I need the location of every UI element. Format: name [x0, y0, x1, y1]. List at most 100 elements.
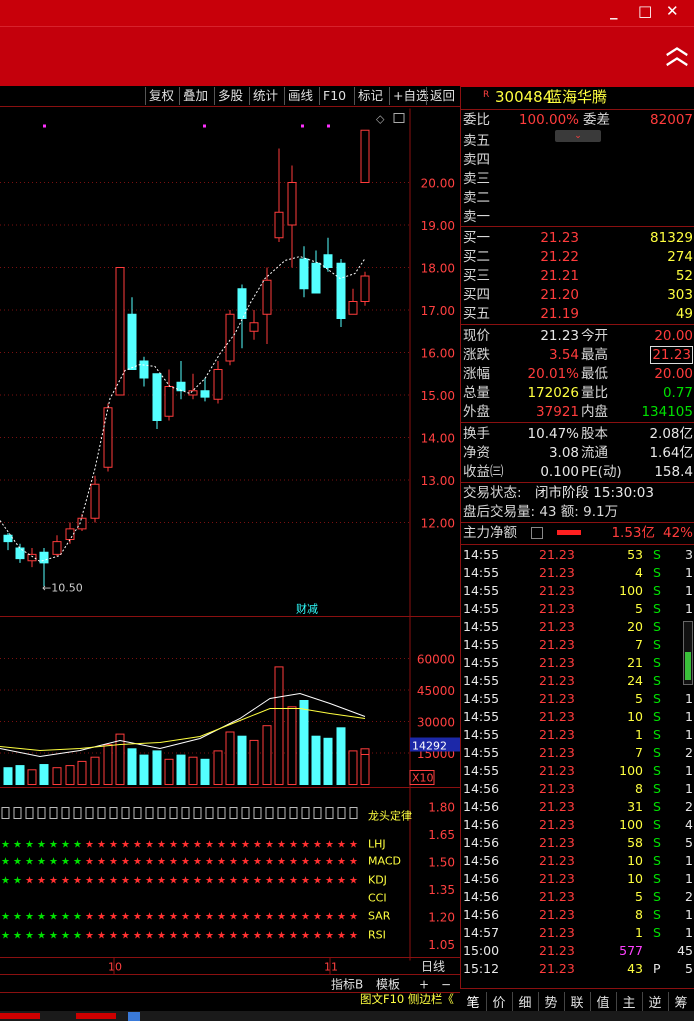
trade-price: 21.23	[539, 745, 575, 760]
signal-box	[61, 807, 70, 819]
signal-star: ★	[145, 840, 154, 851]
volume-bar	[213, 750, 223, 786]
signal-star: ★	[241, 840, 250, 851]
signal-star: ★	[85, 912, 94, 923]
volume-tick-label: 60000	[417, 653, 455, 667]
signal-star: ★	[253, 840, 262, 851]
detail-tab[interactable]: 筹	[668, 992, 694, 1011]
signal-star: ★	[145, 931, 154, 942]
signal-star: ★	[349, 876, 358, 887]
signal-star: ★	[133, 857, 142, 868]
signal-box	[133, 807, 142, 819]
toolbar-overlay[interactable]: 叠加	[179, 87, 211, 105]
trade-count: 1	[685, 601, 693, 616]
detail-tab[interactable]: 值	[590, 992, 617, 1011]
signal-box	[49, 807, 58, 819]
signal-box	[241, 807, 250, 819]
trade-volume: 100	[619, 817, 643, 832]
trade-time: 14:55	[463, 655, 500, 670]
signal-star: ★	[217, 876, 226, 887]
volume-bar	[360, 753, 370, 786]
signal-star: ★	[85, 931, 94, 942]
detail-tab[interactable]: 主	[616, 992, 643, 1011]
signal-star: ★	[265, 840, 274, 851]
detail-tab[interactable]: 联	[564, 992, 591, 1011]
toolbar-fuquan[interactable]: 复权	[145, 87, 177, 105]
candle-body	[249, 322, 259, 332]
sidebar-toggle[interactable]: 图文F10 侧边栏《	[360, 990, 460, 1008]
fund-label-2: 流通	[581, 445, 608, 461]
signal-star: ★	[277, 840, 286, 851]
trade-volume: 21	[627, 655, 643, 670]
signal-star: ★	[73, 840, 82, 851]
menu-icon[interactable]	[531, 527, 543, 539]
detail-tab[interactable]: 势	[538, 992, 565, 1011]
signal-star: ★	[133, 912, 142, 923]
toolbar-draw[interactable]: 画线	[284, 87, 316, 105]
ask-label: 卖三	[463, 171, 490, 187]
candle-body	[90, 483, 100, 519]
fund-label-2: PE(动)	[581, 464, 622, 480]
layout-icon	[393, 113, 405, 123]
detail-tab[interactable]: 笔	[460, 992, 487, 1011]
detail-tab[interactable]: 细	[512, 992, 539, 1011]
trade-flag: S	[653, 709, 661, 724]
collapse-chevron-icon[interactable]: ︿ ︿	[666, 37, 688, 69]
volume-bar	[323, 737, 333, 785]
trade-count: 3	[685, 547, 693, 562]
signal-star: ★	[325, 912, 334, 923]
signal-star: ★	[349, 912, 358, 923]
trade-price: 21.23	[539, 817, 575, 832]
bid-price: 21.21	[540, 268, 579, 284]
ask-label: 卖二	[463, 190, 490, 206]
quote-label: 涨幅	[463, 366, 490, 382]
trade-time: 14:56	[463, 781, 500, 796]
candle-body	[299, 258, 309, 290]
trade-volume: 10	[627, 871, 643, 886]
maximize-button[interactable]: □	[638, 2, 652, 20]
trade-time: 14:56	[463, 817, 500, 832]
toolbar-back[interactable]: 返回	[426, 87, 458, 105]
quote-label: 现价	[463, 328, 490, 344]
quote-value-2: 21.23	[650, 346, 693, 364]
trade-row: 15:00 21.23 577 45	[463, 942, 694, 960]
toolbar-stats[interactable]: 统计	[249, 87, 281, 105]
kline-chart[interactable]: 20.00 19.00 18.00 17.00 16.00 15.00 14.00 13.00…	[0, 106, 460, 1016]
bid-volume: 303	[667, 287, 693, 303]
minimize-button[interactable]: _	[610, 2, 618, 20]
volume-bar	[299, 700, 309, 785]
toolbar-multi[interactable]: 多股	[214, 87, 246, 105]
fund-label-2: 股本	[581, 426, 608, 442]
indicator-tick-label: 1.50	[428, 856, 455, 870]
detail-tab[interactable]: 价	[486, 992, 513, 1011]
trade-price: 21.23	[539, 763, 575, 778]
scrollbar-thumb[interactable]	[685, 652, 691, 680]
candle-body	[115, 267, 125, 396]
signal-star: ★	[241, 931, 250, 942]
candle-body	[176, 381, 186, 392]
candle-body	[360, 129, 370, 184]
scrollbar[interactable]	[683, 621, 693, 685]
detail-tab[interactable]: 逆	[642, 992, 669, 1011]
signal-star: ★	[13, 857, 22, 868]
signal-star: ★	[61, 840, 70, 851]
close-button[interactable]: ✕	[666, 2, 679, 20]
volume-bar	[65, 765, 75, 785]
candle-body	[27, 553, 37, 562]
trade-row: 14:55 21.23 4 S 1	[463, 564, 694, 582]
trade-flag: S	[653, 889, 661, 904]
trade-price: 21.23	[539, 961, 575, 976]
trade-time: 14:56	[463, 871, 500, 886]
toolbar-mark[interactable]: 标记	[354, 87, 386, 105]
trade-row: 14:56 21.23 5 S 2	[463, 888, 694, 906]
signal-star: ★	[253, 857, 262, 868]
signal-star: ★	[37, 857, 46, 868]
signal-star: ★	[205, 857, 214, 868]
toolbar-f10[interactable]: F10	[319, 87, 349, 105]
trade-flag: S	[653, 565, 661, 580]
signal-box	[25, 807, 34, 819]
chart-tab[interactable]: 指标B	[331, 977, 363, 992]
title-bar: _ □ ✕	[0, 0, 694, 26]
bid-row: 买五 21.19 49	[463, 305, 694, 323]
price-tick-label: 13.00	[421, 474, 455, 488]
